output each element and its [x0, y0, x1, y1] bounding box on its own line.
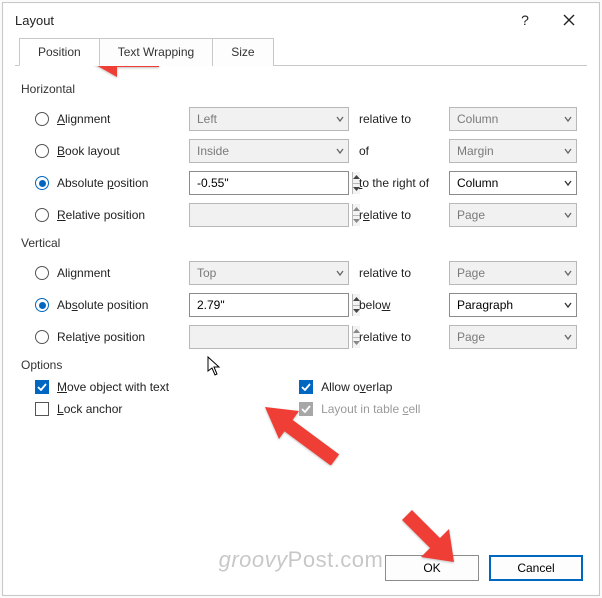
checkbox-icon [299, 380, 313, 394]
chevron-down-icon [564, 333, 572, 341]
h-alignment-rel-label: relative to [349, 112, 449, 126]
h-rel-rel-label: relative to [349, 208, 449, 222]
v-absolute-value[interactable] [190, 294, 352, 316]
chevron-down-icon [564, 211, 572, 219]
chevron-down-icon [564, 301, 572, 309]
v-relative-spinner [189, 325, 349, 349]
tab-size-label: Size [231, 45, 254, 59]
lock-anchor-label: Lock anchor [57, 402, 122, 416]
h-book-rel-label: of [349, 144, 449, 158]
section-options: Options Move object with text Lock ancho… [21, 358, 581, 416]
h-relative-value [190, 204, 352, 226]
v-rel-target-combo: Page [449, 325, 577, 349]
dialog-footer: OK Cancel [385, 555, 583, 581]
section-vertical: Vertical Alignment Top relative to Page … [21, 236, 581, 352]
radio-icon [35, 330, 49, 344]
close-icon [563, 14, 575, 26]
v-relative-radio[interactable]: Relative position [21, 330, 189, 344]
section-horizontal-label: Horizontal [21, 82, 581, 96]
radio-icon [35, 298, 49, 312]
chevron-down-icon [564, 179, 572, 187]
close-button[interactable] [547, 5, 591, 35]
h-book-target-combo: Margin [449, 139, 577, 163]
v-absolute-radio[interactable]: Absolute position [21, 298, 189, 312]
chevron-down-icon [336, 269, 344, 277]
section-options-label: Options [21, 358, 581, 372]
tab-size[interactable]: Size [212, 38, 273, 66]
checkbox-icon [35, 402, 49, 416]
v-align-combo: Top [189, 261, 349, 285]
v-rel-rel-label: relative to [349, 330, 449, 344]
h-alignment-target-combo: Column [449, 107, 577, 131]
radio-icon [35, 266, 49, 280]
radio-icon [35, 144, 49, 158]
h-abs-target-combo[interactable]: Column [449, 171, 577, 195]
v-align-target-combo: Page [449, 261, 577, 285]
h-relative-radio[interactable]: Relative position [21, 208, 189, 222]
section-vertical-label: Vertical [21, 236, 581, 250]
allow-overlap-label: Allow overlap [321, 380, 392, 394]
section-horizontal: Horizontal Alignment Left relative to Co… [21, 82, 581, 230]
ok-button[interactable]: OK [385, 555, 479, 581]
tab-text-wrapping[interactable]: Text Wrapping [99, 38, 213, 66]
lock-anchor-checkbox[interactable]: Lock anchor [35, 402, 169, 416]
layout-in-table-cell-checkbox: Layout in table cell [299, 402, 420, 416]
v-abs-label: Absolute position [57, 298, 148, 312]
radio-icon [35, 208, 49, 222]
window-title: Layout [15, 13, 503, 28]
watermark: groovyPost.com [219, 547, 384, 573]
titlebar: Layout ? [3, 3, 599, 37]
tab-wrap-label: Text Wrapping [118, 45, 194, 59]
h-alignment-radio[interactable]: Alignment [21, 112, 189, 126]
h-relative-spinner [189, 203, 349, 227]
help-button[interactable]: ? [503, 5, 547, 35]
allow-overlap-checkbox[interactable]: Allow overlap [299, 380, 420, 394]
tab-position[interactable]: Position [19, 38, 100, 66]
cancel-button[interactable]: Cancel [489, 555, 583, 581]
chevron-down-icon [564, 269, 572, 277]
h-book-combo: Inside [189, 139, 349, 163]
layout-dialog: Layout ? Position Text Wrapping Size Hor… [2, 2, 600, 596]
move-with-text-label: Move object with text [57, 380, 169, 394]
dialog-body: Horizontal Alignment Left relative to Co… [15, 65, 587, 416]
v-abs-rel-label: below [349, 298, 449, 312]
h-abs-rel-label: to the right of [349, 176, 449, 190]
v-rel-label: Relative position [57, 330, 145, 344]
h-abs-label: Absolute position [57, 176, 148, 190]
move-with-text-checkbox[interactable]: Move object with text [35, 380, 169, 394]
chevron-down-icon [564, 115, 572, 123]
h-rel-target-combo: Page [449, 203, 577, 227]
v-alignment-radio[interactable]: Alignment [21, 266, 189, 280]
h-rel-label: Relative position [57, 208, 145, 222]
h-booklayout-radio[interactable]: Book layout [21, 144, 189, 158]
chevron-down-icon [564, 147, 572, 155]
checkbox-icon [299, 402, 313, 416]
h-absolute-value[interactable] [190, 172, 352, 194]
tab-strip: Position Text Wrapping Size [19, 37, 599, 65]
v-align-rel-label: relative to [349, 266, 449, 280]
radio-icon [35, 112, 49, 126]
v-relative-value [190, 326, 352, 348]
h-absolute-radio[interactable]: Absolute position [21, 176, 189, 190]
chevron-down-icon [336, 115, 344, 123]
v-align-label: Alignment [57, 266, 110, 280]
layout-in-table-cell-label: Layout in table cell [321, 402, 420, 416]
radio-icon [35, 176, 49, 190]
h-book-label: Book layout [57, 144, 120, 158]
h-alignment-combo: Left [189, 107, 349, 131]
h-absolute-spinner[interactable] [189, 171, 349, 195]
checkbox-icon [35, 380, 49, 394]
chevron-down-icon [336, 147, 344, 155]
v-absolute-spinner[interactable] [189, 293, 349, 317]
tab-position-label: Position [38, 45, 81, 59]
h-alignment-label: Alignment [57, 112, 110, 126]
v-abs-target-combo[interactable]: Paragraph [449, 293, 577, 317]
